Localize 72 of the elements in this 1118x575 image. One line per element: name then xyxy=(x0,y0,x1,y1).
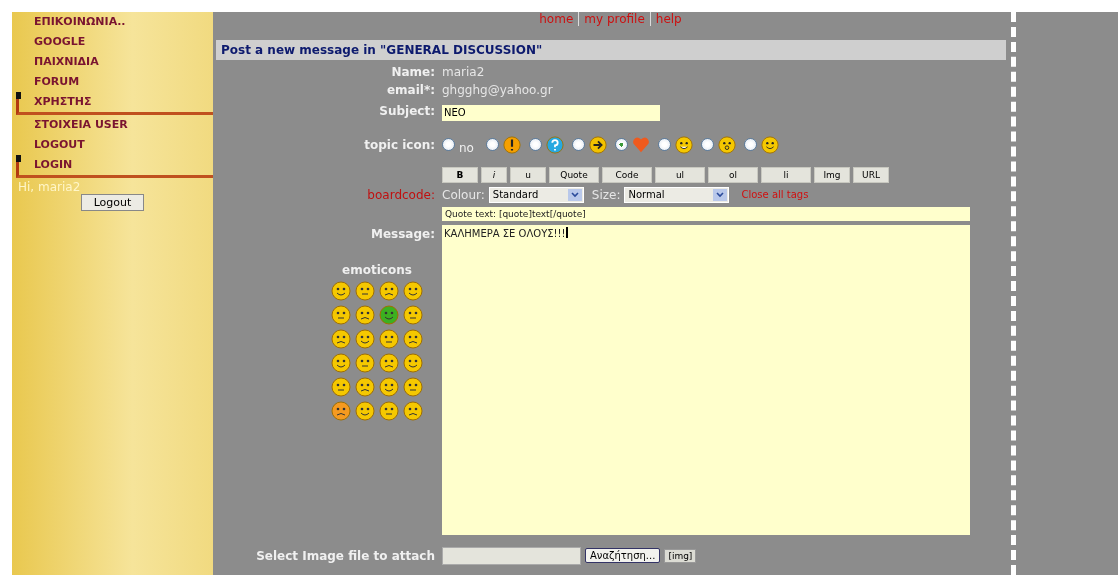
radio-button[interactable] xyxy=(528,138,542,151)
format-button[interactable]: i xyxy=(481,166,507,183)
emoticon-icon[interactable] xyxy=(331,280,351,301)
radio-button[interactable] xyxy=(485,138,499,151)
heart-icon xyxy=(631,135,650,154)
format-button[interactable]: URL xyxy=(853,166,889,183)
emoticons-label: emoticons xyxy=(342,262,412,277)
browse-button[interactable]: Αναζήτηση... xyxy=(585,548,661,563)
sidebar-link[interactable]: GOOGLE xyxy=(12,32,213,52)
radio-button[interactable] xyxy=(657,138,671,151)
caret-icon xyxy=(570,191,579,198)
sidebar-link[interactable]: LOGOUT xyxy=(12,135,213,155)
format-button[interactable]: Img xyxy=(814,166,850,183)
subject-label: Subject: xyxy=(379,103,435,118)
emoticon-icon[interactable] xyxy=(403,352,423,373)
no-icon-label: no xyxy=(459,140,474,155)
emoticon-icon[interactable] xyxy=(331,352,351,373)
radio-button[interactable] xyxy=(743,138,757,151)
emoticon-icon[interactable] xyxy=(403,400,423,421)
emoticon-icon[interactable] xyxy=(379,352,399,373)
format-button[interactable]: u xyxy=(510,166,546,183)
greeting-text: Hi, maria2 xyxy=(17,180,82,194)
message-label: Message: xyxy=(371,226,435,241)
message-field[interactable]: ΚΑΛΗΜΕΡΑ ΣΕ ΟΛΟΥΣ!!! xyxy=(442,224,970,535)
emoticon-icon[interactable] xyxy=(331,400,351,421)
format-button[interactable]: Code xyxy=(602,166,652,183)
emoticon-icon[interactable] xyxy=(355,400,375,421)
email-label: email*: xyxy=(386,83,435,97)
logout-button[interactable]: Logout xyxy=(80,194,145,211)
size-select[interactable]: Normal xyxy=(624,186,730,203)
emoticon-icon[interactable] xyxy=(403,328,423,349)
name-value: maria2 xyxy=(442,65,486,79)
boardcode-label: boardcode: xyxy=(367,187,435,202)
emoticon-icon[interactable] xyxy=(403,280,423,301)
emoticon-icon[interactable] xyxy=(331,328,351,349)
emoticon-icon[interactable] xyxy=(355,328,375,349)
radio-button[interactable] xyxy=(442,138,455,151)
format-button[interactable]: Quote xyxy=(549,166,599,183)
colour-select[interactable]: Standard xyxy=(488,186,584,203)
surprised-face-icon xyxy=(717,135,736,154)
sidebar-link[interactable]: ΠΑΙΧΝΙΔΙΑ xyxy=(12,52,213,72)
radio-button[interactable] xyxy=(614,138,628,151)
radio-button[interactable] xyxy=(700,138,714,151)
emoticon-icon[interactable] xyxy=(379,304,399,325)
subject-field[interactable]: NEO xyxy=(442,104,660,121)
format-button[interactable]: B xyxy=(442,166,478,183)
sidebar-link[interactable]: ΕΠΙΚΟΙΝΩΝΙΑ.. xyxy=(12,12,213,32)
name-label: Name: xyxy=(391,65,435,79)
hint-field: Quote text: [quote]text[/quote] xyxy=(442,206,970,221)
emoticon-icon[interactable] xyxy=(355,304,375,325)
topic-icon-label: topic icon: xyxy=(364,137,435,152)
img-button[interactable]: [img] xyxy=(664,548,697,563)
email-value: ghgghg@yahoo.gr xyxy=(442,83,554,97)
format-button[interactable]: ul xyxy=(655,166,705,183)
emoticon-icon[interactable] xyxy=(379,280,399,301)
sidebar-link[interactable]: FORUM xyxy=(12,72,213,92)
size-label: Size: xyxy=(591,187,621,202)
sidebar-link[interactable]: ΣΤΟΙΧΕΙΑ USER xyxy=(12,115,213,135)
page-heading: Post a new message in "GENERAL DISCUSSION" xyxy=(216,40,1006,60)
colour-label: Colour: xyxy=(442,187,485,202)
file-field[interactable] xyxy=(442,546,581,565)
laughing-face-icon xyxy=(674,135,693,154)
caret-icon xyxy=(716,191,725,198)
format-button[interactable]: li xyxy=(761,166,811,183)
emoticon-icon[interactable] xyxy=(355,376,375,397)
attach-label: Select Image file to attach xyxy=(256,548,435,563)
emoticon-icon[interactable] xyxy=(379,376,399,397)
smiley-icon xyxy=(760,135,779,154)
warning-icon xyxy=(502,135,521,154)
radio-button[interactable] xyxy=(571,138,585,151)
question-icon xyxy=(545,135,564,154)
format-button[interactable]: ol xyxy=(708,166,758,183)
